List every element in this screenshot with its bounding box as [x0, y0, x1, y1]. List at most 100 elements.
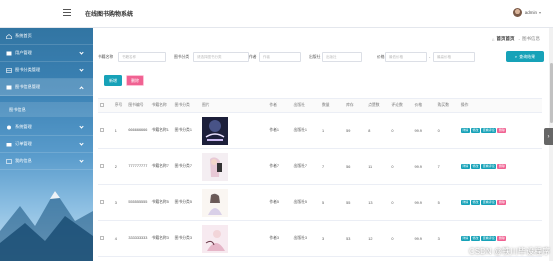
detail-button[interactable]: 详情 — [460, 128, 470, 133]
col-header-qty[interactable]: 数量 — [319, 98, 345, 113]
row-checkbox[interactable] — [100, 200, 104, 204]
cell-image — [200, 112, 268, 149]
filter-label-author: 作者 — [249, 55, 257, 59]
col-header-name[interactable]: 书籍名称 — [149, 98, 173, 113]
row-delete-button[interactable]: 删除 — [497, 200, 507, 205]
view-comments-button[interactable]: 查看评论 — [481, 164, 497, 169]
col-header-publisher[interactable]: 出版社 — [291, 98, 320, 113]
table-row: 3 555555555 书籍名称5 图书分类5 作者5 出版社5 5 55 13 — [98, 184, 542, 221]
cell-price: 99.9 — [412, 112, 436, 149]
sidebar-subitem-book-info[interactable]: 图书信息 — [0, 102, 93, 117]
top-header: 在线图书购物系统 admin ▾ — [0, 0, 553, 28]
filter-label-publisher: 出版社 — [309, 55, 321, 59]
cell-category: 图书分类1 — [172, 112, 201, 149]
category-select[interactable]: 请选择图书分类 — [193, 52, 249, 62]
row-checkbox[interactable] — [100, 164, 104, 168]
chevron-down-icon — [79, 124, 84, 129]
chevron-down-icon — [79, 67, 84, 72]
book-cover-image[interactable] — [202, 116, 229, 145]
edit-button[interactable]: 修改 — [470, 164, 480, 169]
chevron-right-icon[interactable]: › — [544, 128, 553, 145]
menu-toggle-icon[interactable] — [63, 9, 71, 16]
price-min-input[interactable]: 最低价格 — [385, 52, 427, 62]
book-name-input[interactable]: 书籍名称 — [118, 52, 166, 62]
col-header-ops: 操作 — [458, 98, 542, 113]
scrollbar-thumb[interactable] — [549, 63, 553, 123]
detail-button[interactable]: 详情 — [460, 236, 470, 241]
col-header-category[interactable]: 图书分类 — [172, 98, 201, 113]
cell-publisher: 出版社5 — [291, 184, 320, 221]
user-menu[interactable]: admin ▾ — [512, 8, 541, 17]
cell-stock: 53 — [344, 220, 367, 257]
cell-author: 作者3 — [267, 220, 292, 257]
new-button[interactable]: 新增 — [104, 75, 122, 86]
cell-buy: 0 — [435, 112, 459, 149]
select-all-header[interactable] — [98, 98, 113, 113]
col-header-code[interactable]: 图书编号 — [126, 98, 150, 113]
sidebar-item-label: 图书信息 — [9, 106, 26, 112]
cell-category: 图书分类5 — [172, 184, 201, 221]
sidebar-item-users[interactable]: 用户管理 — [0, 45, 93, 62]
chevron-down-icon — [79, 50, 84, 55]
edit-button[interactable]: 修改 — [470, 128, 480, 133]
delete-button[interactable]: 删除 — [126, 75, 144, 86]
cell-image — [200, 184, 268, 221]
sidebar-item-orders[interactable]: 订单管理 — [0, 136, 93, 153]
row-checkbox[interactable] — [100, 128, 104, 132]
col-header-stock[interactable]: 库存 — [344, 98, 367, 113]
sidebar-item-home[interactable]: 系统首页 — [0, 28, 93, 45]
app-title: 在线图书购物系统 — [85, 12, 134, 18]
edit-button[interactable]: 修改 — [470, 236, 480, 241]
row-delete-button[interactable]: 删除 — [497, 128, 507, 133]
sidebar-item-book-categories[interactable]: 图书分类管理 — [0, 62, 93, 79]
detail-button[interactable]: 详情 — [460, 200, 470, 205]
view-comments-button[interactable]: 查看评论 — [481, 128, 497, 133]
sidebar-item-label: 图书信息管理 — [15, 84, 41, 89]
cell-stock: 59 — [344, 112, 367, 149]
select-all-checkbox[interactable] — [100, 103, 104, 107]
cell-publisher: 出版社1 — [291, 112, 320, 149]
book-cover-image[interactable] — [202, 188, 229, 217]
col-header-price[interactable]: 价格 — [412, 98, 436, 113]
sidebar-item-label: 系统首页 — [15, 33, 32, 38]
book-cover-image[interactable] — [202, 224, 229, 253]
home-icon: ⌂ — [491, 36, 495, 42]
detail-button[interactable]: 详情 — [460, 164, 470, 169]
book-table: 序号 图书编号 书籍名称 图书分类 图片 作者 出版社 数量 库存 点赞数 评论… — [98, 98, 542, 257]
row-checkbox[interactable] — [100, 236, 104, 240]
cell-author: 作者5 — [267, 184, 292, 221]
view-comments-button[interactable]: 查看评论 — [481, 200, 497, 205]
cell-buy: 5 — [435, 184, 459, 221]
breadcrumb-home[interactable]: 首页首页 — [497, 36, 515, 42]
sidebar-item-book-info-mgmt[interactable]: 图书信息管理 — [0, 79, 93, 96]
cell-qty: 7 — [319, 148, 345, 185]
price-max-input[interactable]: 最高价格 — [433, 52, 475, 62]
user-icon — [6, 51, 12, 56]
row-delete-button[interactable]: 删除 — [497, 164, 507, 169]
author-input[interactable]: 作者 — [259, 52, 301, 62]
col-header-likes[interactable]: 点赞数 — [366, 98, 390, 113]
publisher-input[interactable]: 出版社 — [322, 52, 362, 62]
grid-icon — [6, 67, 12, 73]
breadcrumb-current: 图书信息 — [522, 36, 540, 41]
cell-comments: 0 — [389, 148, 413, 185]
row-delete-button[interactable]: 删除 — [497, 236, 507, 241]
view-comments-button[interactable]: 查看评论 — [481, 236, 497, 241]
sidebar-item-system[interactable]: 系统管理 — [0, 119, 93, 136]
cell-stock: 56 — [344, 148, 367, 185]
edit-button[interactable]: 修改 — [470, 200, 480, 205]
col-header-image[interactable]: 图片 — [200, 98, 268, 113]
book-cover-image[interactable] — [202, 152, 229, 181]
breadcrumb: ⌂ 首页首页 - 图书信息 — [492, 36, 540, 42]
col-header-buy[interactable]: 购买数 — [435, 98, 459, 113]
cell-likes: 8 — [366, 112, 390, 149]
col-header-comments[interactable]: 评论数 — [389, 98, 413, 113]
col-header-author[interactable]: 作者 — [267, 98, 292, 113]
cell-qty: 5 — [319, 184, 345, 221]
sidebar-item-profile[interactable]: 我的信息 — [0, 153, 93, 170]
price-range-separator: - — [429, 55, 431, 59]
chevron-down-icon — [79, 158, 84, 163]
search-button[interactable]: ⌕ 查询结果 — [506, 51, 544, 62]
breadcrumb-separator: - — [518, 36, 521, 42]
cell-ops: 详情 修改 查看评论 删除 — [458, 112, 542, 149]
